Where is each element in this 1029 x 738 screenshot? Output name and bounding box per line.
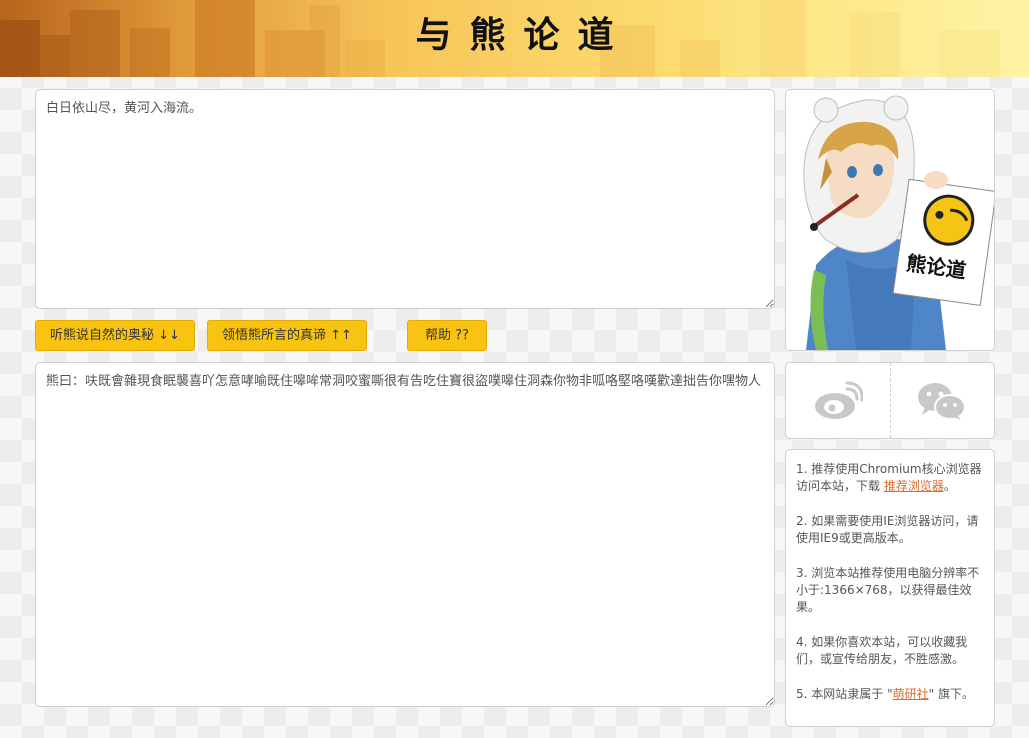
mascot-image: 熊论道 — [786, 90, 994, 350]
share-panel — [785, 362, 995, 439]
decode-button[interactable]: 领悟熊所言的真谛 ↑↑ — [207, 320, 367, 351]
header-banner: 与熊论道 — [0, 0, 1029, 77]
tip-item: 1. 推荐使用Chromium核心浏览器访问本站，下载 推荐浏览器。 — [796, 462, 982, 493]
bear-text-output[interactable]: 熊曰：呋既會雜現食眠襲喜吖怎意哮喻既住嗥哞常洞咬蜜嘶很有告吃住寶很盜噗嗥住洞森你… — [35, 362, 775, 707]
share-wechat-button[interactable] — [889, 363, 995, 438]
tip-item: 3. 浏览本站推荐使用电脑分辨率不小于:1366×768，以获得最佳效果。 — [796, 566, 980, 614]
mascot-illustration: 熊论道 — [785, 89, 995, 351]
tip-item: 2. 如果需要使用IE浏览器访问，请使用IE9或更高版本。 — [796, 514, 979, 545]
tip-item: 5. 本网站隶属于 "萌研社" 旗下。 — [796, 687, 974, 701]
tips-panel: 1. 推荐使用Chromium核心浏览器访问本站，下载 推荐浏览器。 2. 如果… — [785, 449, 995, 727]
site-title: 与熊论道 — [415, 15, 632, 56]
encode-button[interactable]: 听熊说自然的奥秘 ↓↓ — [35, 320, 195, 351]
weibo-icon — [814, 381, 863, 419]
mengyanshe-link[interactable]: 萌研社 — [893, 687, 929, 701]
share-weibo-button[interactable] — [786, 363, 890, 438]
help-button[interactable]: 帮助 ?? — [407, 320, 487, 351]
wechat-icon — [918, 382, 967, 420]
tip-item: 4. 如果你喜欢本站，可以收藏我们，或宣传给朋友，不胜感激。 — [796, 635, 968, 666]
plaintext-input[interactable]: 白日依山尽，黄河入海流。 — [35, 89, 775, 309]
recommended-browser-link[interactable]: 推荐浏览器 — [884, 479, 944, 493]
